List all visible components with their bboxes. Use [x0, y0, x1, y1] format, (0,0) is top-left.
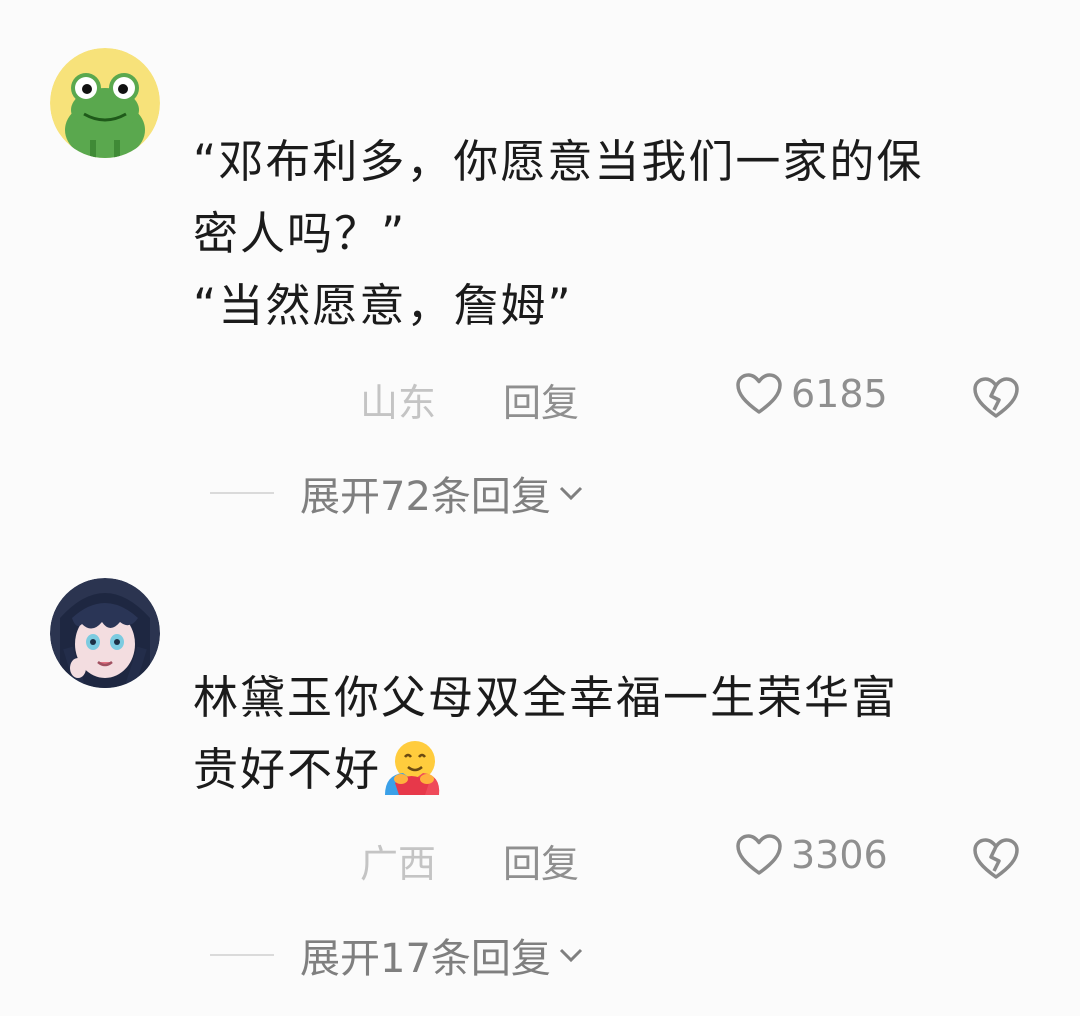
comment-line: “当然愿意，詹姆” [193, 279, 573, 332]
dislike-button[interactable] [972, 376, 1020, 429]
heart-outline-icon [736, 834, 782, 875]
avatar[interactable] [50, 48, 160, 158]
hugging-emoji [385, 741, 440, 795]
chevron-down-icon [559, 486, 582, 501]
location-label: 广西 [360, 842, 437, 886]
reply-button[interactable]: 回复 [503, 372, 579, 427]
comment-meta: 山东 回复 6185 [360, 372, 1020, 428]
chevron-down-icon [559, 948, 582, 963]
dislike-button[interactable] [972, 837, 1020, 890]
anime-girl-avatar-icon [50, 578, 160, 688]
avatar[interactable] [50, 578, 160, 688]
expand-replies-label: 展开72条回复 [300, 474, 551, 520]
expand-replies-label: 展开17条回复 [300, 936, 551, 982]
comment-line: 密人吗？” [193, 207, 407, 260]
heart-outline-icon [736, 373, 782, 414]
expand-replies-button[interactable]: 展开72条回复 [210, 464, 585, 522]
location-label: 山东 [360, 381, 437, 425]
comment-text: 林黛玉你父母双全幸福一生荣华富 贵好不好 [193, 662, 1033, 806]
broken-heart-icon [973, 838, 1019, 879]
comment-item: 林黛玉你父母双全幸福一生荣华富 贵好不好 广西 回复 3306 展开17条回复 [0, 540, 1080, 1016]
comment-line: 林黛玉你父母双全幸福一生荣华富 [193, 671, 899, 724]
like-count: 6185 [791, 372, 888, 416]
divider-dash [210, 492, 274, 494]
frog-avatar-icon [50, 48, 160, 158]
reply-button[interactable]: 回复 [503, 833, 579, 888]
broken-heart-icon [973, 377, 1019, 418]
comment-line: “邓布利多，你愿意当我们一家的保 [193, 135, 924, 188]
comment-meta: 广西 回复 3306 [360, 833, 1020, 889]
like-count: 3306 [791, 833, 888, 877]
like-button[interactable]: 3306 [735, 833, 888, 877]
like-button[interactable]: 6185 [735, 372, 888, 416]
expand-replies-button[interactable]: 展开17条回复 [210, 926, 585, 984]
divider-dash [210, 954, 274, 956]
comment-line-text: 贵好不好 [193, 743, 382, 796]
comment-item: “邓布利多，你愿意当我们一家的保 密人吗？” “当然愿意，詹姆” 山东 回复 6… [0, 0, 1080, 540]
comment-line: 贵好不好 [193, 734, 1033, 806]
comment-text: “邓布利多，你愿意当我们一家的保 密人吗？” “当然愿意，詹姆” [193, 126, 1033, 342]
